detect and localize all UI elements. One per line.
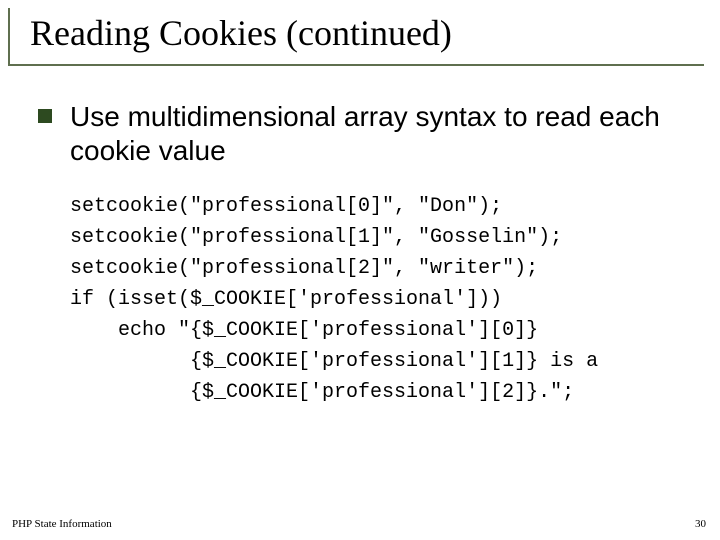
title-area: Reading Cookies (continued) <box>30 14 690 54</box>
page-number: 30 <box>695 518 706 530</box>
title-rule-horizontal <box>8 64 704 66</box>
square-bullet-icon <box>38 109 52 123</box>
slide-title: Reading Cookies (continued) <box>30 14 690 54</box>
code-block: setcookie("professional[0]", "Don"); set… <box>70 191 688 408</box>
slide: Reading Cookies (continued) Use multidim… <box>0 0 720 540</box>
title-rule-vertical <box>8 8 10 66</box>
slide-body: Use multidimensional array syntax to rea… <box>38 100 688 408</box>
bullet-text: Use multidimensional array syntax to rea… <box>70 100 688 167</box>
footer-left: PHP State Information <box>12 518 112 530</box>
bullet-item: Use multidimensional array syntax to rea… <box>38 100 688 167</box>
